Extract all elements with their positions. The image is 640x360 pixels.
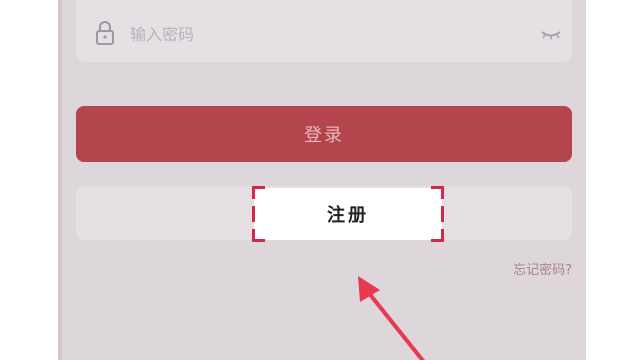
password-field[interactable] xyxy=(76,0,572,62)
highlight-corner xyxy=(252,229,265,242)
highlight-mark xyxy=(252,206,255,222)
login-button[interactable]: 登录 xyxy=(76,106,572,162)
highlight-corner xyxy=(431,186,444,199)
highlight-mark xyxy=(441,206,444,222)
app-screen: 登录 注册 忘记密码? xyxy=(58,0,586,360)
register-label: 注册 xyxy=(327,205,369,226)
lock-icon xyxy=(96,21,114,45)
highlight-corner xyxy=(252,186,265,199)
forgot-password-link[interactable]: 忘记密码? xyxy=(513,259,572,278)
register-highlight-box[interactable]: 注册 xyxy=(252,186,444,242)
highlight-corner xyxy=(431,229,444,242)
register-button[interactable]: 注册 xyxy=(76,186,572,242)
password-input[interactable] xyxy=(128,16,512,52)
eye-closed-icon[interactable] xyxy=(536,27,566,41)
